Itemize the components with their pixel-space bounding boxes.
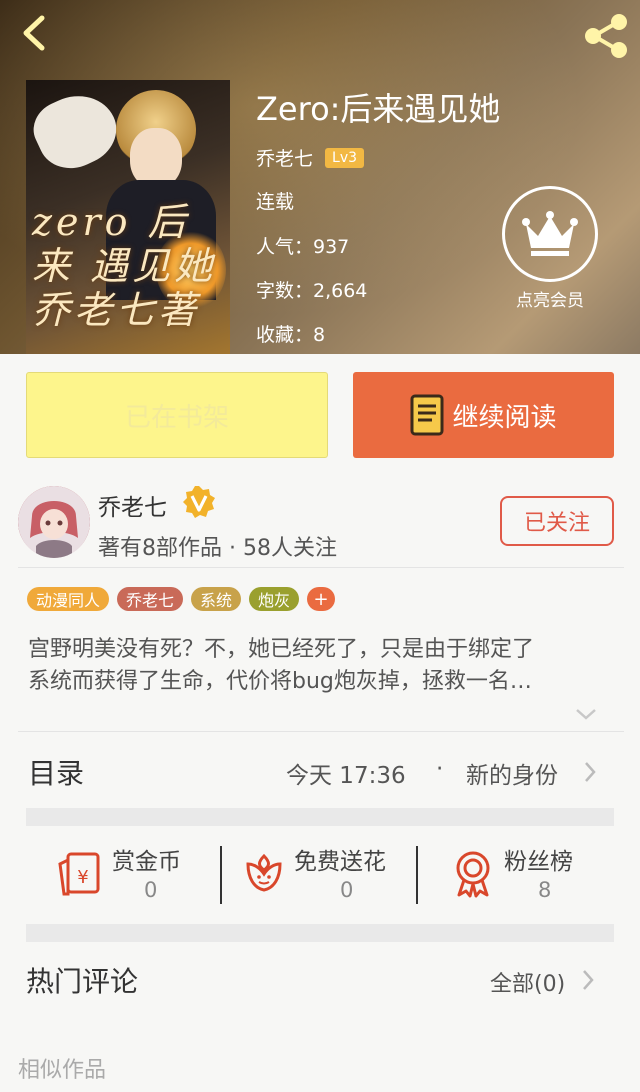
chevron-right-icon [585, 762, 596, 782]
red-envelope-icon: ¥ [58, 852, 100, 896]
back-button[interactable] [14, 12, 58, 56]
level-badge: Lv3 [325, 147, 365, 168]
tag-system[interactable]: 系统 [191, 587, 242, 611]
author-name[interactable]: 乔老七 [256, 144, 313, 171]
share-icon [585, 14, 627, 58]
author-avatar[interactable] [18, 486, 90, 558]
reward-coins-value: 0 [144, 878, 158, 902]
divider [220, 846, 222, 904]
section-spacer [26, 808, 614, 826]
send-flower-value: 0 [340, 878, 354, 902]
vip-button[interactable]: 点亮会员 [500, 186, 600, 312]
chevron-left-icon [23, 15, 45, 51]
fan-ranking-label: 粉丝榜 [504, 849, 573, 875]
book-cover: zero 后来 遇见她 乔老七著 [26, 80, 230, 354]
share-button[interactable] [580, 12, 632, 60]
book-icon [410, 394, 444, 436]
author-row: 乔老七 Lv3 [256, 144, 365, 171]
similar-works-title: 相似作品 [18, 1058, 107, 1083]
chevron-down-icon [576, 709, 596, 720]
synopsis[interactable]: 宫野明美没有死？不，她已经死了，只是由于绑定了 系统而获得了生命，代价将bug炮… [28, 634, 612, 698]
serial-status: 连载 [256, 191, 295, 213]
hot-comments-title: 热门评论 [26, 965, 139, 998]
popularity-count: 人气：937 [256, 236, 350, 258]
on-shelf-button[interactable]: 已在书架 [26, 372, 328, 458]
follow-button[interactable]: 已关注 [500, 496, 614, 546]
chevron-right-icon [583, 970, 594, 990]
medal-icon [456, 851, 490, 898]
fan-ranking-value: 8 [538, 878, 552, 902]
flower-icon [246, 853, 282, 892]
author-card-name[interactable]: 乔老七 [98, 488, 167, 522]
continue-reading-label: 继续阅读 [452, 402, 557, 433]
synopsis-line: 宫野明美没有死？不，她已经死了，只是由于绑定了 [28, 637, 535, 662]
divider [18, 731, 624, 732]
catalog-label: 目录 [28, 757, 85, 790]
latest-chapter: 新的身份 [466, 763, 558, 789]
verified-icon [181, 484, 217, 524]
on-shelf-label: 已在书架 [124, 402, 229, 433]
svg-text:¥: ¥ [77, 867, 88, 888]
cover-art-title: zero 后来 遇见她 乔老七著 [32, 200, 217, 332]
book-title: Zero:后来遇见她 [256, 90, 501, 128]
vip-label: 点亮会员 [516, 291, 584, 311]
synopsis-line: 系统而获得了生命，代价将bug炮灰掉，拯救一名… [28, 669, 532, 694]
author-stats: 著有8部作品 · 58人关注 [98, 536, 337, 561]
divider [416, 846, 418, 904]
section-spacer [26, 924, 614, 942]
tag-list: 动漫同人 乔老七 系统 炮灰 + [27, 587, 336, 611]
crown-icon [502, 186, 598, 282]
follow-label: 已关注 [523, 511, 590, 536]
expand-synopsis-button[interactable] [574, 706, 598, 726]
tag-cannon-fodder[interactable]: 炮灰 [249, 587, 300, 611]
reward-coins-button[interactable]: ¥ 赏金币 0 [56, 842, 216, 908]
reward-coins-label: 赏金币 [112, 849, 181, 875]
send-flower-button[interactable]: 免费送花 0 [244, 842, 414, 908]
latest-update-time: 今天 17:36 [286, 763, 406, 789]
send-flower-label: 免费送花 [294, 849, 386, 875]
separator-dot: · [436, 756, 444, 782]
continue-reading-button[interactable]: 继续阅读 [353, 372, 614, 458]
fan-ranking-button[interactable]: 粉丝榜 8 [452, 842, 592, 908]
tag-anime-fanfic[interactable]: 动漫同人 [27, 587, 110, 611]
all-comments-label: 全部(0) [490, 972, 566, 997]
add-tag-button[interactable]: + [307, 587, 336, 611]
divider [18, 567, 624, 568]
word-count: 字数：2,664 [256, 280, 368, 302]
favorites-count: 收藏：8 [256, 324, 326, 346]
tag-author[interactable]: 乔老七 [117, 587, 184, 611]
